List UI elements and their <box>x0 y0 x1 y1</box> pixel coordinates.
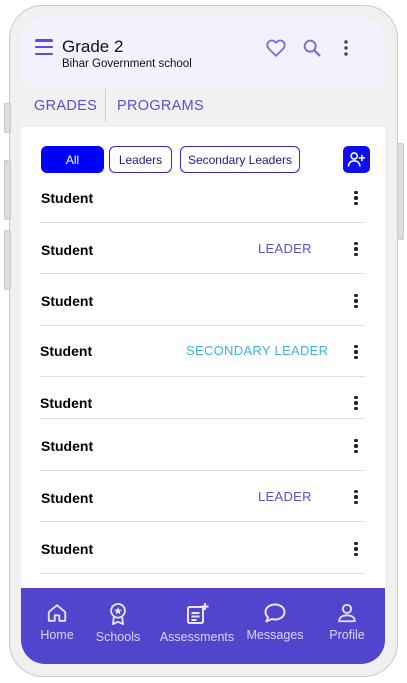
home-icon <box>47 604 67 622</box>
row-more-icon[interactable] <box>349 242 363 260</box>
filter-all-button[interactable]: All <box>41 146 104 173</box>
tab-divider <box>105 89 106 122</box>
row-more-icon[interactable] <box>349 439 363 457</box>
row-more-icon[interactable] <box>349 542 363 560</box>
student-name[interactable]: Student <box>40 343 92 359</box>
student-name[interactable]: Student <box>41 242 93 258</box>
side-button <box>397 143 404 240</box>
nav-home[interactable]: Home <box>33 588 81 664</box>
student-name[interactable]: Student <box>41 190 93 206</box>
student-name[interactable]: Student <box>41 293 93 309</box>
row-more-icon[interactable] <box>349 345 363 363</box>
row-divider <box>40 521 365 522</box>
badge-icon <box>110 603 126 625</box>
chat-icon <box>264 603 286 623</box>
app-screen: Grade 2 Bihar Government school GRADES P… <box>21 18 385 664</box>
student-name[interactable]: Student <box>40 395 92 411</box>
app-bar: Grade 2 Bihar Government school <box>21 18 385 84</box>
row-more-icon[interactable] <box>349 396 363 414</box>
nav-label: Messages <box>246 628 304 642</box>
tab-grades[interactable]: GRADES <box>34 98 97 114</box>
side-button <box>4 103 11 133</box>
nav-label: Assessments <box>159 630 235 644</box>
tab-programs[interactable]: PROGRAMS <box>117 98 204 114</box>
filter-leaders-button[interactable]: Leaders <box>109 146 172 173</box>
row-divider <box>40 470 365 471</box>
side-button <box>4 160 11 220</box>
row-divider <box>40 222 365 223</box>
page-title: Grade 2 <box>62 37 124 56</box>
student-name[interactable]: Student <box>41 438 93 454</box>
student-name[interactable]: Student <box>41 490 93 506</box>
student-role-badge: LEADER <box>258 489 312 504</box>
row-divider <box>40 418 365 419</box>
filter-secondary-leaders-button[interactable]: Secondary Leaders <box>180 146 300 173</box>
row-divider <box>40 376 365 377</box>
nav-messages[interactable]: Messages <box>243 588 307 664</box>
row-more-icon[interactable] <box>349 191 363 209</box>
menu-icon[interactable] <box>35 39 53 56</box>
assessment-icon <box>187 603 209 624</box>
search-icon[interactable] <box>301 37 323 59</box>
student-role-badge: SECONDARY LEADER <box>186 343 329 358</box>
student-name[interactable]: Student <box>41 541 93 557</box>
nav-assessments[interactable]: Assessments <box>157 588 237 664</box>
side-button <box>4 230 11 290</box>
nav-schools[interactable]: Schools <box>91 588 145 664</box>
row-divider <box>40 273 365 274</box>
add-student-button[interactable] <box>343 146 370 173</box>
nav-label: Profile <box>329 628 365 642</box>
heart-icon[interactable] <box>265 37 287 59</box>
profile-icon <box>338 603 356 623</box>
nav-profile[interactable]: Profile <box>323 588 371 664</box>
row-divider <box>40 573 365 574</box>
nav-label: Home <box>40 628 74 642</box>
nav-label: Schools <box>95 630 141 644</box>
school-name: Bihar Government school <box>62 58 192 70</box>
student-role-badge: LEADER <box>258 241 312 256</box>
row-more-icon[interactable] <box>349 490 363 508</box>
bottom-navigation: Home Schools Assessments Messages Profil… <box>21 588 385 664</box>
row-divider <box>40 325 365 326</box>
add-user-icon <box>347 152 365 167</box>
more-vertical-icon[interactable] <box>335 37 357 59</box>
row-more-icon[interactable] <box>349 294 363 312</box>
tab-bar: GRADES PROGRAMS <box>21 84 385 127</box>
